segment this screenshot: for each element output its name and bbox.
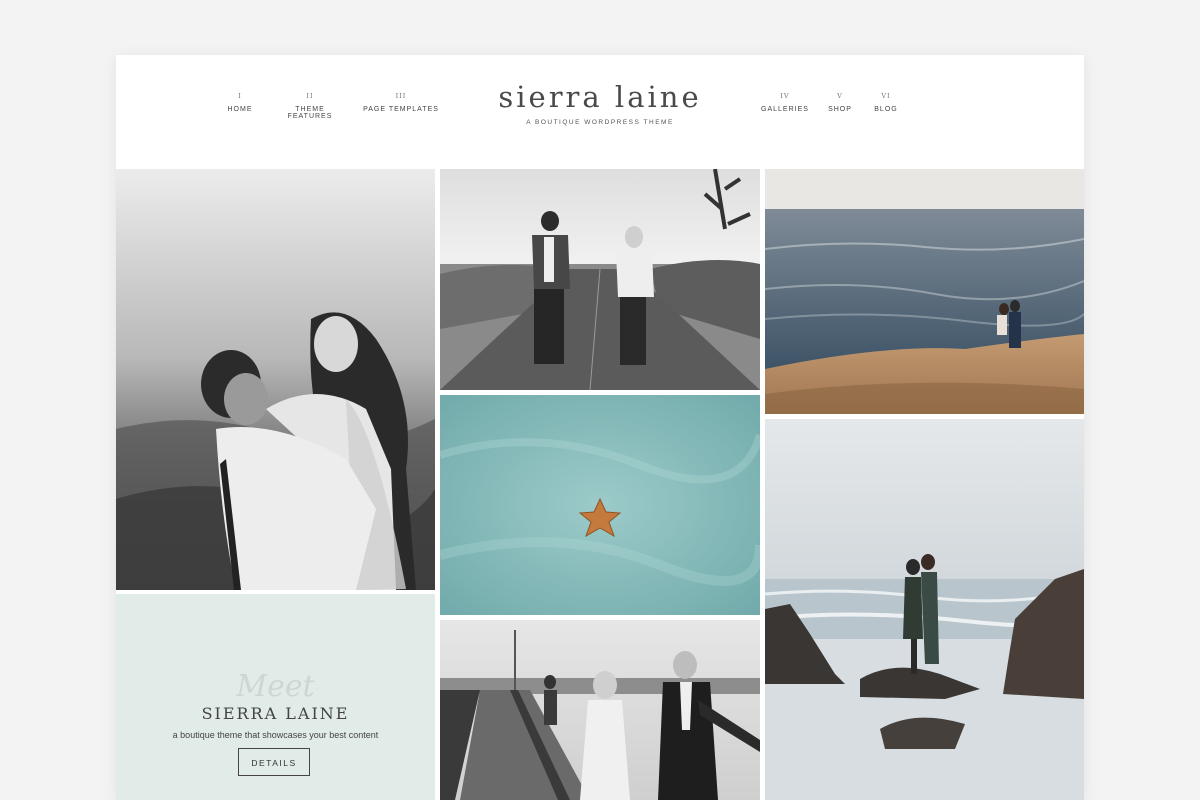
nav-item-blog[interactable]: VI BLOG — [871, 92, 901, 113]
meet-script-text: Meet — [236, 669, 315, 704]
nav-label: GALLERIES — [761, 106, 809, 113]
photo-starfish-sand-image — [440, 395, 760, 615]
nav-item-galleries[interactable]: IV GALLERIES — [760, 92, 810, 113]
nav-item-page-templates[interactable]: III PAGE TEMPLATES — [362, 92, 440, 113]
photo-couple-embracing-image — [116, 169, 435, 590]
photo-beach-rocks-couple-image — [765, 419, 1084, 800]
photo-bride-groom-pier[interactable] — [440, 620, 760, 800]
nav-number: II — [306, 92, 314, 100]
photo-bride-groom-pier-image — [440, 620, 760, 800]
meet-subtitle: a boutique theme that showcases your bes… — [172, 730, 379, 740]
photo-desert-road-couple-image — [440, 169, 760, 390]
logo-tagline: A BOUTIQUE WORDPRESS THEME — [526, 119, 674, 126]
nav-item-theme-features[interactable]: II THEME FEATURES — [272, 92, 348, 120]
logo-title: sierra laine — [498, 80, 702, 114]
site-logo[interactable]: sierra laine A BOUTIQUE WORDPRESS THEME — [456, 79, 744, 126]
photo-desert-road-couple[interactable] — [440, 169, 760, 390]
site-header: I HOME II THEME FEATURES III PAGE TEMPLA… — [116, 55, 1084, 169]
photo-coastal-cliff-couple[interactable] — [765, 169, 1084, 414]
nav-label: SHOP — [828, 106, 852, 113]
photo-couple-embracing[interactable] — [116, 169, 435, 590]
meet-title: SIERRA LAINE — [201, 704, 350, 723]
nav-number: III — [395, 92, 407, 100]
nav-number: VI — [881, 92, 891, 100]
nav-label: BLOG — [874, 106, 898, 113]
nav-label: HOME — [227, 106, 253, 113]
meet-sierra-laine-panel: Meet SIERRA LAINE a boutique theme that … — [116, 594, 435, 800]
nav-number: IV — [780, 92, 790, 100]
nav-number: V — [837, 92, 843, 100]
theme-preview-frame: I HOME II THEME FEATURES III PAGE TEMPLA… — [116, 55, 1084, 800]
nav-number: I — [238, 92, 242, 100]
nav-label: THEME FEATURES — [287, 106, 333, 120]
nav-item-shop[interactable]: V SHOP — [825, 92, 855, 113]
photo-starfish-sand[interactable] — [440, 395, 760, 615]
photo-beach-rocks-couple[interactable] — [765, 419, 1084, 800]
photo-coastal-cliff-couple-image — [765, 169, 1084, 414]
details-button[interactable]: DETAILS — [238, 748, 310, 776]
nav-label: PAGE TEMPLATES — [363, 106, 439, 113]
nav-item-home[interactable]: I HOME — [220, 92, 260, 113]
